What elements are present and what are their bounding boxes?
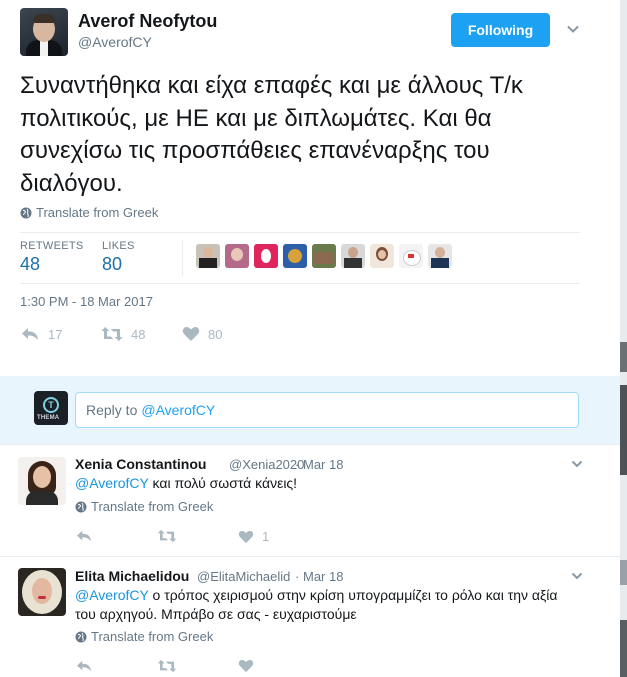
reply-mention[interactable]: @AverofCY [75, 475, 149, 491]
like-button[interactable]: 80 [182, 326, 222, 342]
like-button[interactable] [238, 659, 254, 673]
reply-author-name[interactable]: Elita Michaelidou [75, 568, 189, 584]
liker-avatar[interactable] [341, 244, 365, 268]
reply-meta-dot: · [295, 457, 300, 472]
reply-text: @AverofCY και πολύ σωστά κάνεις! [75, 474, 297, 493]
retweets-count[interactable]: 48 [20, 254, 40, 275]
tweet-timestamp[interactable]: 1:30 PM - 18 Mar 2017 [20, 294, 153, 309]
retweet-button[interactable] [157, 529, 177, 543]
author-avatar[interactable] [20, 8, 68, 56]
reply-avatar[interactable] [18, 457, 66, 505]
retweet-button[interactable]: 48 [101, 326, 145, 342]
reply-author-name[interactable]: Xenia Constantinou [75, 456, 206, 472]
logo-label: THEMA [37, 415, 60, 421]
retweet-count: 48 [131, 326, 146, 342]
liker-avatar[interactable] [225, 244, 249, 268]
reply-author-handle[interactable]: @Xenia2020 [229, 457, 304, 472]
stats-divider [182, 240, 183, 276]
reply-button[interactable] [75, 529, 93, 543]
reply-placeholder-mention: @AverofCY [141, 402, 216, 418]
chevron-down-icon[interactable] [566, 22, 580, 36]
chevron-down-icon[interactable] [571, 458, 583, 470]
reply-input[interactable]: Reply to @AverofCY [75, 392, 579, 428]
liker-avatar[interactable] [312, 244, 336, 268]
liker-avatars [196, 244, 452, 268]
reply-button[interactable] [75, 659, 93, 673]
liker-avatar[interactable] [283, 244, 307, 268]
heart-icon [238, 659, 254, 673]
background-page-edge [620, 0, 627, 677]
reply-icon [22, 328, 38, 340]
tweet-page: Averof Neofytou @AverofCY Following Συνα… [0, 0, 620, 677]
reply-placeholder-prefix: Reply to [86, 402, 138, 418]
reply-icon [77, 530, 91, 542]
tweet-text: Συναντήθηκα και είχα επαφές και με άλλου… [20, 72, 523, 197]
likes-count[interactable]: 80 [102, 254, 122, 275]
like-button[interactable]: 1 [238, 529, 269, 544]
likes-label: LIKES [102, 240, 135, 252]
divider [20, 232, 580, 233]
heart-icon [238, 530, 254, 543]
liker-avatar[interactable] [428, 244, 452, 268]
translate-link[interactable]: Translate from Greek [20, 205, 158, 220]
author-name[interactable]: Averof Neofytou [78, 11, 217, 32]
reply-body-line1: ο τρόπος χειρισμού στην κρίση υπογραμμίζ… [152, 587, 558, 603]
retweet-icon [101, 327, 123, 341]
retweet-icon [157, 529, 177, 543]
globe-icon [75, 631, 87, 642]
reply-date[interactable]: Mar 18 [303, 457, 343, 472]
translate-label: Translate from Greek [91, 629, 214, 644]
logo-mark: T [43, 397, 59, 413]
reply-meta-dot: · [295, 569, 300, 584]
like-count: 80 [208, 326, 223, 342]
heart-icon [182, 327, 200, 341]
divider [0, 556, 620, 557]
reply-date[interactable]: Mar 18 [303, 569, 343, 584]
divider [0, 444, 620, 445]
liker-avatar[interactable] [254, 244, 278, 268]
following-button[interactable]: Following [451, 13, 550, 47]
reply-mention[interactable]: @AverofCY [75, 587, 149, 603]
retweets-label: RETWEETS [20, 240, 84, 252]
reply-body: και πολύ σωστά κάνεις! [152, 475, 298, 491]
reply-author-handle[interactable]: @ElitaMichaelid [197, 569, 290, 584]
reply-body-line2: του αρχηγού. Μπράβο σε σας - ευχαριστούμ… [75, 606, 357, 622]
reply-text: @AverofCY ο τρόπος χειρισμού στην κρίση … [75, 586, 575, 624]
author-handle[interactable]: @AverofCY [78, 34, 152, 50]
divider [20, 283, 580, 284]
liker-avatar[interactable] [370, 244, 394, 268]
translate-label: Translate from Greek [91, 499, 214, 514]
liker-avatar[interactable] [196, 244, 220, 268]
translate-link[interactable]: Translate from Greek [75, 499, 213, 514]
globe-icon [20, 207, 32, 218]
like-count: 1 [262, 529, 270, 544]
retweet-icon [157, 659, 177, 673]
reply-button[interactable]: 17 [20, 326, 62, 342]
globe-icon [75, 501, 87, 512]
chevron-down-icon[interactable] [571, 570, 583, 582]
translate-link[interactable]: Translate from Greek [75, 629, 213, 644]
liker-avatar[interactable] [399, 244, 423, 268]
reply-count: 17 [48, 326, 63, 342]
reply-icon [77, 660, 91, 672]
translate-label: Translate from Greek [36, 205, 159, 220]
reply-avatar[interactable] [18, 568, 66, 616]
retweet-button[interactable] [157, 659, 177, 673]
current-user-avatar[interactable]: T THEMA [34, 391, 68, 425]
